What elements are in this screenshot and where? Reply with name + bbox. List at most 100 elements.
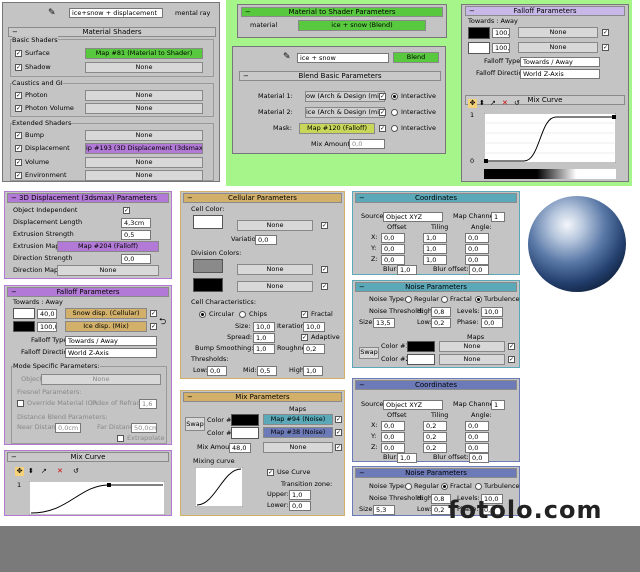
black-swatch[interactable]: [468, 27, 490, 39]
material1-enable-checkbox[interactable]: ✓: [379, 93, 386, 100]
lower-field[interactable]: 0,0: [289, 501, 311, 511]
falloff-direction-dropdown[interactable]: World Z-Axis: [520, 69, 600, 79]
n1-map1-button[interactable]: None: [439, 341, 505, 352]
add-point-icon[interactable]: ↗: [490, 99, 496, 107]
delete-point-icon[interactable]: ✕: [57, 467, 63, 475]
scale-icon[interactable]: ⬍: [479, 99, 485, 107]
c1-angle-y[interactable]: 0,0: [465, 244, 489, 254]
c2-angle-x[interactable]: 0,0: [465, 421, 489, 431]
disp-length-field[interactable]: 4,3cm: [121, 218, 151, 228]
c1-blur-offset-field[interactable]: 0,0: [469, 265, 489, 275]
mix-swap-button[interactable]: Swap: [185, 417, 205, 431]
blend-header[interactable]: − Blend Basic Parameters: [239, 71, 441, 81]
cell-color-map-button[interactable]: None: [237, 220, 313, 231]
c2-angle-y[interactable]: 0,0: [465, 432, 489, 442]
volume-checkbox[interactable]: ✓: [15, 159, 22, 166]
n1-phase-field[interactable]: 0,0: [481, 318, 503, 328]
reset-curve-icon[interactable]: ↺: [514, 99, 520, 107]
fb-mix-curve-header[interactable]: − Mix Curve: [7, 452, 169, 462]
material2-enable-checkbox[interactable]: ✓: [379, 109, 386, 116]
falloff-v1-field[interactable]: 100,0: [492, 28, 510, 38]
photon-map-button[interactable]: None: [85, 90, 203, 101]
fb-v1-field[interactable]: 40,0: [37, 309, 57, 319]
c1-offset-x[interactable]: 0,0: [381, 233, 405, 243]
n1-fractal-radio[interactable]: [441, 296, 448, 303]
adaptive-checkbox[interactable]: ✓: [301, 334, 308, 341]
c2-offset-x[interactable]: 0,0: [381, 421, 405, 431]
c1-tiling-x[interactable]: 1,0: [423, 233, 447, 243]
c2-offset-z[interactable]: 0,0: [381, 443, 405, 453]
mask-enable-checkbox[interactable]: ✓: [379, 125, 386, 132]
fb-type-dropdown[interactable]: Towards / Away: [65, 336, 157, 346]
mid-field[interactable]: 0,5: [257, 366, 277, 376]
cellular-header[interactable]: − Cellular Parameters: [183, 193, 342, 203]
falloff-bottom-header[interactable]: − Falloff Parameters: [7, 287, 169, 297]
swap-arrows-icon[interactable]: ⮌: [159, 314, 166, 330]
fb-map1-button[interactable]: Snow disp. (Cellular): [65, 308, 147, 319]
coordinates1-header[interactable]: − Coordinates: [355, 193, 517, 203]
fb-v2-field[interactable]: 100,0: [37, 322, 57, 332]
displacement-map-button[interactable]: ip #193 (3D Displacement (3dsmax)): [85, 143, 203, 154]
c1-source-dropdown[interactable]: Object XYZ: [383, 212, 443, 222]
c2-tiling-z[interactable]: 0,2: [423, 443, 447, 453]
blend-dropdown[interactable]: ice + snow: [297, 53, 389, 63]
material1-interactive-radio[interactable]: [391, 93, 398, 100]
move-icon[interactable]: ✥: [15, 467, 24, 476]
ior-field[interactable]: 1,6: [139, 399, 157, 409]
add-point-icon[interactable]: ↗: [41, 467, 47, 475]
division-color2-swatch[interactable]: [193, 278, 223, 292]
move-icon[interactable]: ✥: [468, 99, 477, 108]
n1-size-field[interactable]: 13,5: [373, 318, 395, 328]
n1-turbulence-radio[interactable]: [475, 296, 482, 303]
mix-amount-field[interactable]: 48,0: [229, 443, 251, 453]
eyedropper-icon[interactable]: ✎: [48, 8, 56, 18]
c1-tiling-z[interactable]: 1,0: [423, 255, 447, 265]
falloff-type-dropdown[interactable]: Towards / Away: [520, 57, 600, 67]
mix-map1-button[interactable]: Map #94 (Noise): [263, 414, 333, 425]
bump-checkbox[interactable]: ✓: [15, 132, 22, 139]
c1-channel-field[interactable]: 1: [491, 212, 505, 222]
iterations-field[interactable]: 10,0: [303, 322, 325, 332]
c2-blur-field[interactable]: 1,0: [397, 453, 417, 463]
material2-button[interactable]: ice (Arch & Design (mi)): [305, 107, 385, 118]
c1-tiling-y[interactable]: 1,0: [423, 244, 447, 254]
mix-amount-checkbox[interactable]: ✓: [335, 444, 342, 451]
n1-levels-field[interactable]: 10,0: [481, 307, 503, 317]
n1-map1-checkbox[interactable]: ✓: [508, 343, 515, 350]
c1-offset-y[interactable]: 0,0: [381, 244, 405, 254]
material-value-button[interactable]: ice + snow (Blend): [298, 20, 426, 31]
n2-size-field[interactable]: 5,3: [373, 505, 395, 515]
mix-color1-swatch[interactable]: [231, 414, 259, 426]
mix-amount-map-button[interactable]: None: [263, 442, 333, 453]
surface-map-button[interactable]: Map #81 (Material to Shader): [85, 48, 203, 59]
n2-regular-radio[interactable]: [405, 483, 412, 490]
n1-color2-swatch[interactable]: [407, 354, 435, 365]
c2-angle-z[interactable]: 0,0: [465, 443, 489, 453]
fb-map2-checkbox[interactable]: ✓: [150, 323, 157, 330]
falloff-map2-checkbox[interactable]: ✓: [602, 44, 609, 51]
extrusion-strength-field[interactable]: 0,5: [121, 230, 151, 240]
fb-map2-button[interactable]: Ice disp. (Mix): [65, 321, 147, 332]
division-color1-map-button[interactable]: None: [237, 264, 313, 275]
variation-field[interactable]: 0,0: [255, 235, 277, 245]
white-swatch[interactable]: [468, 42, 490, 54]
noise2-header[interactable]: − Noise Parameters: [355, 468, 517, 478]
fb-black-swatch[interactable]: [13, 321, 35, 332]
3d-displacement-header[interactable]: −3D Displacement (3dsmax) Parameters: [7, 193, 169, 203]
cell-color-swatch[interactable]: [193, 215, 223, 229]
c1-blur-field[interactable]: 1,0: [397, 265, 417, 275]
environment-checkbox[interactable]: ✓: [15, 172, 22, 179]
bump-map-button[interactable]: None: [85, 130, 203, 141]
noise1-header[interactable]: − Noise Parameters: [355, 282, 517, 292]
coordinates2-header[interactable]: − Coordinates: [355, 380, 517, 390]
high-field[interactable]: 1,0: [303, 366, 323, 376]
n1-low-field[interactable]: 0,2: [431, 318, 451, 328]
cell-color-checkbox[interactable]: ✓: [321, 222, 328, 229]
mask-interactive-radio[interactable]: [391, 125, 398, 132]
c1-angle-z[interactable]: 0,0: [465, 255, 489, 265]
far-field[interactable]: 50,0cm: [131, 423, 157, 433]
direction-strength-field[interactable]: 0,0: [121, 254, 151, 264]
material1-button[interactable]: ow (Arch & Design (mi)): [305, 91, 385, 102]
volume-map-button[interactable]: None: [85, 157, 203, 168]
c1-angle-x[interactable]: 0,0: [465, 233, 489, 243]
